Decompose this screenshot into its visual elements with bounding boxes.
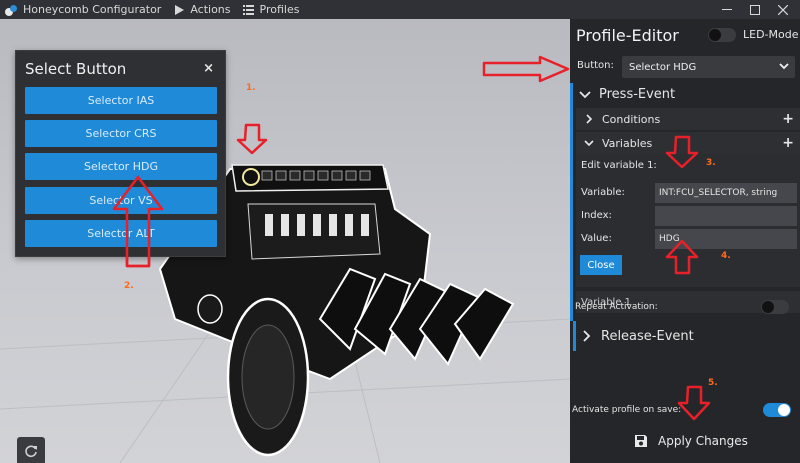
dialog-title: Select Button bbox=[25, 60, 127, 78]
minimize-button[interactable] bbox=[712, 0, 742, 19]
profile-editor-panel: Profile-Editor LED-Mode Button: Selector… bbox=[570, 19, 800, 463]
close-window-button[interactable] bbox=[768, 0, 798, 19]
selector-ias-button[interactable]: Selector IAS bbox=[25, 87, 217, 114]
minimize-icon bbox=[722, 8, 732, 10]
close-icon bbox=[778, 4, 788, 15]
viewport-3d[interactable]: 1. 2. Select Button × Selector IAS Selec… bbox=[0, 19, 570, 463]
dialog-close-button[interactable]: × bbox=[203, 61, 214, 76]
app-logo-icon bbox=[5, 4, 17, 16]
maximize-button[interactable] bbox=[740, 0, 770, 19]
menu-profiles[interactable]: Profiles bbox=[242, 3, 300, 16]
app-title: Honeycomb Configurator bbox=[23, 3, 162, 16]
menu-profiles-label: Profiles bbox=[259, 3, 300, 16]
reset-view-button[interactable] bbox=[17, 437, 45, 463]
annotation-arrow-2 bbox=[112, 175, 164, 268]
menu-actions[interactable]: Actions bbox=[175, 3, 231, 16]
maximize-icon bbox=[750, 4, 760, 15]
refresh-icon bbox=[25, 445, 37, 458]
annotation-3: 3. bbox=[706, 158, 716, 168]
annotation-5: 5. bbox=[708, 378, 718, 388]
title-bar: Honeycomb Configurator Actions Profiles bbox=[0, 0, 800, 19]
panel-annotations bbox=[665, 135, 711, 421]
list-icon bbox=[242, 4, 254, 15]
play-icon bbox=[175, 4, 185, 15]
annotation-4: 4. bbox=[721, 251, 731, 261]
annotation-arrow-button bbox=[482, 55, 570, 83]
annotation-1: 1. bbox=[246, 83, 256, 93]
menu-actions-label: Actions bbox=[190, 3, 231, 16]
selector-crs-button[interactable]: Selector CRS bbox=[25, 120, 217, 147]
annotation-2: 2. bbox=[124, 281, 134, 291]
